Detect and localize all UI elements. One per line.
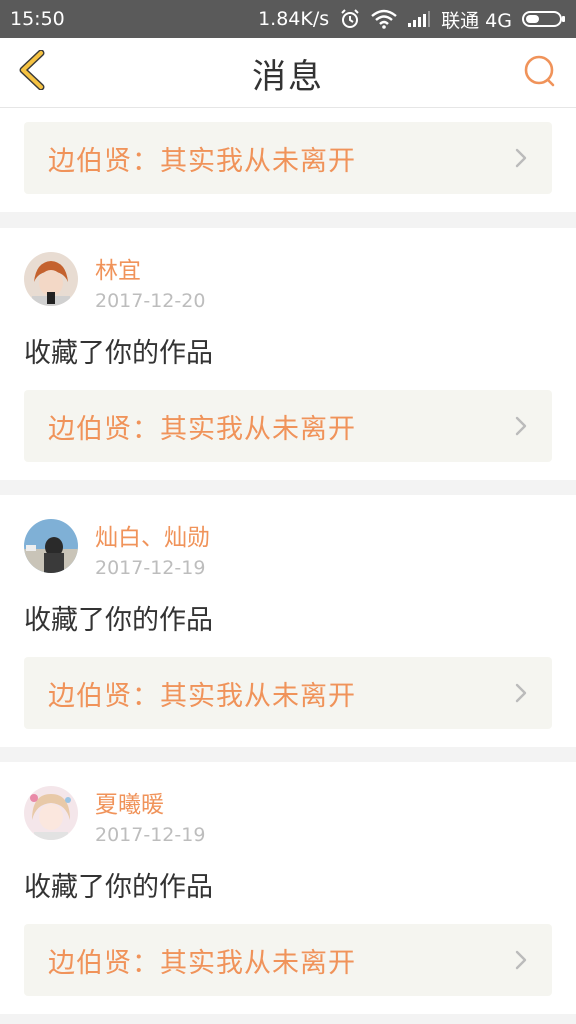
app-header: 消息 [0, 38, 576, 108]
user-name[interactable]: 林宜 [95, 256, 205, 286]
chevron-right-icon [514, 949, 528, 971]
user-meta: 灿白、灿勋 2017-12-19 [95, 523, 210, 581]
status-time: 15:50 [10, 8, 65, 30]
work-link[interactable]: 边伯贤：其实我从未离开 [24, 122, 552, 194]
post-date: 2017-12-20 [95, 290, 206, 312]
search-icon [522, 54, 556, 92]
user-row: 夏曦暖 2017-12-19 [24, 786, 205, 848]
post-date: 2017-12-19 [95, 557, 206, 579]
message-feed: 边伯贤：其实我从未离开 林宜 2017-12-20 收藏了你的作品 边伯贤：其实… [0, 108, 576, 1024]
user-meta: 夏曦暖 2017-12-19 [95, 790, 205, 848]
chevron-right-icon [514, 415, 528, 437]
action-text: 收藏了你的作品 [24, 338, 213, 369]
battery-icon [522, 9, 566, 29]
signal-icon [407, 10, 431, 28]
user-row: 林宜 2017-12-20 [24, 252, 205, 314]
work-title: 边伯贤：其实我从未离开 [48, 413, 356, 445]
page-title: 消息 [252, 56, 324, 97]
status-bar: 15:50 1.84K/s 联通 4G [0, 0, 576, 38]
action-text: 收藏了你的作品 [24, 872, 213, 903]
status-indicators: 1.84K/s 联通 4G [258, 6, 566, 33]
network-speed: 1.84K/s [258, 8, 330, 30]
work-title: 边伯贤：其实我从未离开 [48, 680, 356, 712]
work-link[interactable]: 边伯贤：其实我从未离开 [24, 657, 552, 729]
message-card: 夏曦暖 2017-12-19 收藏了你的作品 边伯贤：其实我从未离开 [0, 762, 576, 1014]
message-card: 林宜 2017-12-20 收藏了你的作品 边伯贤：其实我从未离开 [0, 228, 576, 480]
avatar[interactable] [24, 786, 78, 840]
user-name[interactable]: 灿白、灿勋 [95, 523, 210, 553]
alarm-icon [339, 8, 361, 30]
chevron-right-icon [514, 147, 528, 169]
user-row: 灿白、灿勋 2017-12-19 [24, 519, 210, 581]
message-card: 灿白、灿勋 2017-12-19 收藏了你的作品 边伯贤：其实我从未离开 [0, 495, 576, 747]
user-meta: 林宜 2017-12-20 [95, 256, 205, 314]
avatar[interactable] [24, 519, 78, 573]
work-title: 边伯贤：其实我从未离开 [48, 145, 356, 177]
user-name[interactable]: 夏曦暖 [95, 790, 205, 820]
avatar[interactable] [24, 252, 78, 306]
work-link[interactable]: 边伯贤：其实我从未离开 [24, 390, 552, 462]
work-link[interactable]: 边伯贤：其实我从未离开 [24, 924, 552, 996]
work-title: 边伯贤：其实我从未离开 [48, 947, 356, 979]
wifi-icon [371, 9, 397, 29]
action-text: 收藏了你的作品 [24, 605, 213, 636]
post-date: 2017-12-19 [95, 824, 206, 846]
message-card: 边伯贤：其实我从未离开 [0, 108, 576, 212]
chevron-right-icon [514, 682, 528, 704]
carrier-label: 联通 4G [441, 9, 512, 32]
search-button[interactable] [516, 50, 562, 96]
